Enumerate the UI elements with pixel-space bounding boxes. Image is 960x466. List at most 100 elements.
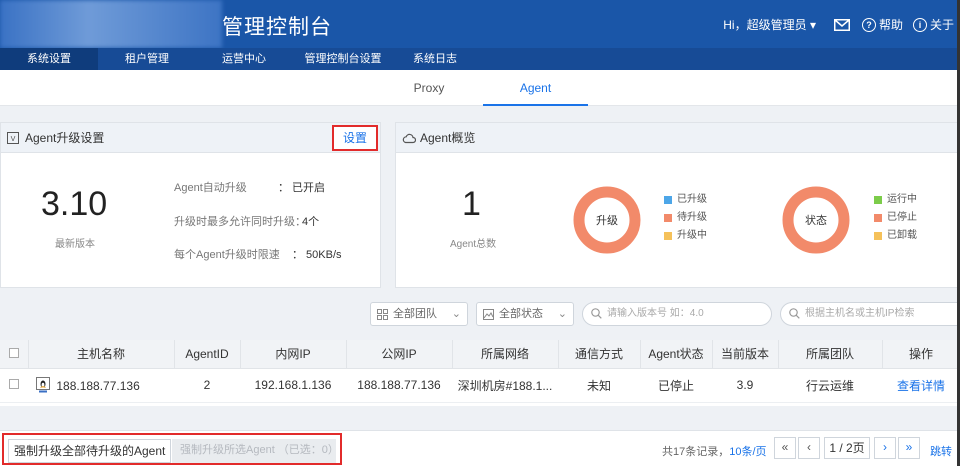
user-menu[interactable]: Hi，超级管理员 ▾ xyxy=(723,16,816,33)
column-header: 所属团队 xyxy=(778,340,883,369)
help-label: 帮助 xyxy=(878,18,903,32)
page-indicator[interactable]: 1 / 2页 xyxy=(824,437,870,459)
select-all-checkbox[interactable] xyxy=(8,347,19,358)
row-select-cell[interactable] xyxy=(0,368,28,403)
linux-icon xyxy=(36,377,50,393)
search-icon xyxy=(789,308,800,319)
upgrade-legend: 已升级 待升级 升级中 xyxy=(664,191,707,245)
legend-item: 运行中 xyxy=(874,191,917,209)
max-concurrent-value: 4个 xyxy=(302,216,320,228)
status-filter-select[interactable]: 全部状态 ⌄ xyxy=(476,302,574,326)
agent-total: 1 xyxy=(462,185,481,223)
column-header: 内网IP xyxy=(240,340,347,369)
select-all-cell[interactable] xyxy=(0,340,29,369)
rate-limit-value: ： 50KB/s xyxy=(292,249,342,261)
about-link[interactable]: i 关于 xyxy=(912,16,954,33)
legend-label: 已停止 xyxy=(887,212,917,223)
team-filter-select[interactable]: 全部团队 ⌄ xyxy=(370,302,468,326)
status-donut-chart: 状态 xyxy=(782,186,850,254)
column-header: Agent状态 xyxy=(640,340,713,369)
svg-text:V: V xyxy=(11,135,16,143)
team-cell: 行云运维 xyxy=(778,368,882,403)
logo xyxy=(0,0,222,48)
auto-upgrade-label: Agent自动升级 xyxy=(174,182,247,194)
latest-version-label: 最新版本 xyxy=(55,239,95,250)
network-cell: 深圳机房#188.1... xyxy=(452,368,558,403)
max-concurrent-label: 升级时最多允许同时升级： xyxy=(174,216,306,228)
tab-agent[interactable]: Agent xyxy=(483,70,588,106)
last-page-button[interactable]: » xyxy=(898,437,920,459)
first-page-button[interactable]: « xyxy=(774,437,796,459)
intranet-ip-cell: 192.168.1.136 xyxy=(240,368,346,403)
about-label: 关于 xyxy=(929,18,954,32)
column-header: 主机名称 xyxy=(28,340,175,369)
host-search-placeholder: 根据主机名或主机IP检索 xyxy=(805,308,915,319)
public-ip-cell: 188.188.77.136 xyxy=(346,368,452,403)
help-link[interactable]: ? 帮助 xyxy=(861,16,903,33)
main-nav: 系统设置 租户管理 运营中心 管理控制台设置 系统日志 xyxy=(0,48,960,70)
agent-overview-panel: Agent概览 1 Agent总数 升级 已升级 待升级 升级中 状态 运行中 … xyxy=(395,122,960,288)
next-page-button[interactable]: › xyxy=(874,437,896,459)
status-legend: 运行中 已停止 已卸载 xyxy=(874,191,917,245)
legend-label: 待升级 xyxy=(677,212,707,223)
search-icon xyxy=(591,308,602,319)
grid-icon xyxy=(377,309,388,320)
upgrade-donut-label: 升级 xyxy=(596,214,618,227)
app-title: 管理控制台 xyxy=(222,16,332,39)
legend-item: 待升级 xyxy=(664,209,707,227)
upgrade-donut-chart: 升级 xyxy=(573,186,641,254)
force-upgrade-all-button[interactable]: 强制升级全部待升级的Agent xyxy=(8,439,172,463)
nav-item-tenant-management[interactable]: 租户管理 xyxy=(98,48,196,70)
panel-title: Agent升级设置 xyxy=(25,131,105,145)
agent-table: 主机名称 AgentID 内网IP 公网IP 所属网络 通信方式 Agent状态… xyxy=(0,340,960,406)
help-icon: ? xyxy=(861,17,876,32)
jump-button[interactable]: 跳转 xyxy=(930,443,952,459)
pagination-info: 共17条记录，10条/页 xyxy=(662,443,767,459)
image-icon xyxy=(483,309,494,320)
legend-item: 已升级 xyxy=(664,191,707,209)
agent-id-cell: 2 xyxy=(174,368,240,403)
version-search-input[interactable]: 请输入版本号 如：4.0 xyxy=(582,302,772,326)
agent-upgrade-panel: V Agent升级设置 设置 3.10 最新版本 Agent自动升级 ： 已开启… xyxy=(0,122,381,288)
cloud-icon xyxy=(402,133,416,144)
panel-title: Agent概览 xyxy=(420,131,476,145)
legend-swatch xyxy=(874,214,882,222)
legend-item: 已停止 xyxy=(874,209,917,227)
nav-item-system-log[interactable]: 系统日志 xyxy=(394,48,476,70)
top-header: 管理控制台 Hi，超级管理员 ▾ ? 帮助 i 关于 xyxy=(0,0,960,48)
header-actions: Hi，超级管理员 ▾ ? 帮助 i 关于 xyxy=(723,16,954,33)
settings-button[interactable]: 设置 xyxy=(332,125,378,151)
host-search-input[interactable]: 根据主机名或主机IP检索 xyxy=(780,302,960,326)
mail-icon[interactable] xyxy=(833,18,850,31)
nav-item-system-settings[interactable]: 系统设置 xyxy=(0,48,98,70)
table-footer: 强制升级全部待升级的Agent 强制升级所选Agent （已选：0） 共17条记… xyxy=(0,430,960,466)
prev-page-button[interactable]: ‹ xyxy=(798,437,820,459)
tab-proxy[interactable]: Proxy xyxy=(376,70,482,106)
page-size-select[interactable]: 10条/页 xyxy=(729,446,766,458)
agent-total-label: Agent总数 xyxy=(450,239,497,250)
rate-limit-row: 每个Agent升级时限速 ： 50KB/s xyxy=(174,246,342,262)
team-filter-value: 全部团队 xyxy=(393,308,437,320)
nav-item-console-settings[interactable]: 管理控制台设置 xyxy=(292,48,394,70)
status-filter-value: 全部状态 xyxy=(499,308,543,320)
user-greeting: Hi，超级管理员 xyxy=(723,18,807,32)
info-icon: i xyxy=(912,17,927,32)
row-checkbox[interactable] xyxy=(9,379,19,389)
legend-swatch xyxy=(664,214,672,222)
legend-label: 已卸载 xyxy=(887,230,917,241)
legend-swatch xyxy=(664,232,672,240)
force-upgrade-selected-button[interactable]: 强制升级所选Agent （已选：0） xyxy=(172,439,339,463)
view-details-link[interactable]: 查看详情 xyxy=(897,379,945,393)
table-row: 188.188.77.136 2 192.168.1.136 188.188.7… xyxy=(0,368,960,403)
legend-item: 已卸载 xyxy=(874,227,917,245)
version-search-placeholder: 请输入版本号 如：4.0 xyxy=(607,308,704,319)
version-cell: 3.9 xyxy=(712,368,778,403)
comm-mode-cell: 未知 xyxy=(558,368,640,403)
hostname-cell: 188.188.77.136 xyxy=(28,368,174,403)
nav-item-operations-center[interactable]: 运营中心 xyxy=(196,48,292,70)
legend-swatch xyxy=(874,232,882,240)
chevron-down-icon: ⌄ xyxy=(557,308,567,320)
total-records: 共17条记录， xyxy=(662,446,730,458)
chevron-down-icon: ⌄ xyxy=(451,308,461,320)
panel-header: Agent概览 xyxy=(396,123,959,153)
